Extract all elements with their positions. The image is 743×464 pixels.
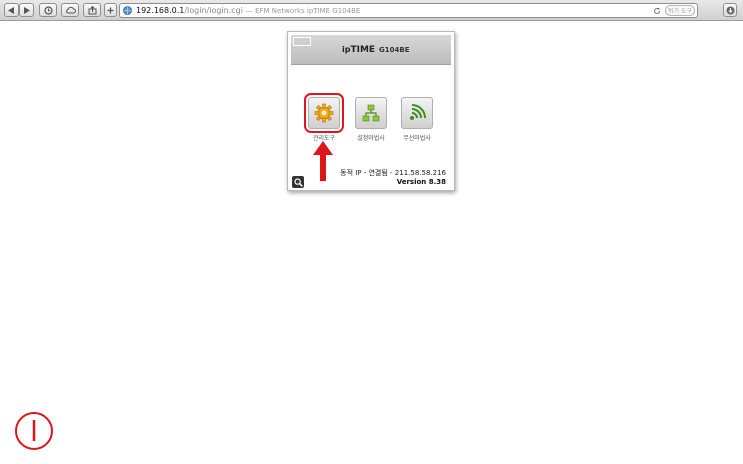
new-tab-button[interactable] <box>104 3 117 17</box>
wifi-icon <box>410 104 426 120</box>
red-arrow-annotation <box>313 141 333 181</box>
browser-toolbar: 192.168.0.1/login/login.cgi — EFM Networ… <box>0 0 743 21</box>
plus-icon <box>107 7 114 13</box>
history-button[interactable] <box>39 3 57 17</box>
brand-logo: ipTIME <box>342 45 375 55</box>
history-icon <box>43 5 53 15</box>
wireless-wizard-label: 무선마법사 <box>403 135 431 142</box>
downloads-button[interactable] <box>723 3 737 17</box>
page-title: EFM Networks ipTIME G104BE <box>255 7 361 15</box>
download-icon <box>726 6 734 14</box>
setup-wizard-label: 설정마법사 <box>357 135 385 142</box>
power-circle-annotation <box>15 412 53 450</box>
setup-wizard-button[interactable] <box>355 97 387 129</box>
search-field[interactable]: 뒤기 도구 <box>665 5 695 16</box>
zoom-button[interactable] <box>292 176 304 188</box>
forward-arrow-icon <box>24 6 30 14</box>
forward-button[interactable] <box>19 3 34 17</box>
cloud-icon <box>65 6 76 14</box>
url-host: 192.168.0.1 <box>136 6 185 15</box>
address-bar[interactable]: 192.168.0.1/login/login.cgi — EFM Networ… <box>119 3 698 18</box>
url-text: 192.168.0.1/login/login.cgi — EFM Networ… <box>136 5 360 17</box>
magnifier-icon <box>293 177 303 187</box>
brand-name: TIME <box>350 45 376 55</box>
admin-tools-button[interactable] <box>304 93 344 133</box>
network-icon <box>362 104 380 122</box>
language-box[interactable] <box>293 37 311 46</box>
back-button[interactable] <box>4 3 19 17</box>
icloud-button[interactable] <box>61 3 79 17</box>
wireless-wizard-button[interactable] <box>401 97 433 129</box>
back-arrow-icon <box>8 6 14 14</box>
connection-status: 동적 IP - 연결됨 - 211.58.58.216 <box>340 169 446 177</box>
url-separator: — <box>245 7 253 15</box>
globe-icon <box>123 6 132 15</box>
firmware-version: Version 8.38 <box>396 178 446 186</box>
model-name: G104BE <box>379 46 410 54</box>
gear-icon <box>314 103 334 123</box>
panel-header: ipTIME G104BE <box>291 35 451 65</box>
reload-icon[interactable] <box>653 7 661 15</box>
share-button[interactable] <box>83 3 101 17</box>
url-path: /login/login.cgi <box>184 6 243 15</box>
share-icon <box>88 5 96 14</box>
